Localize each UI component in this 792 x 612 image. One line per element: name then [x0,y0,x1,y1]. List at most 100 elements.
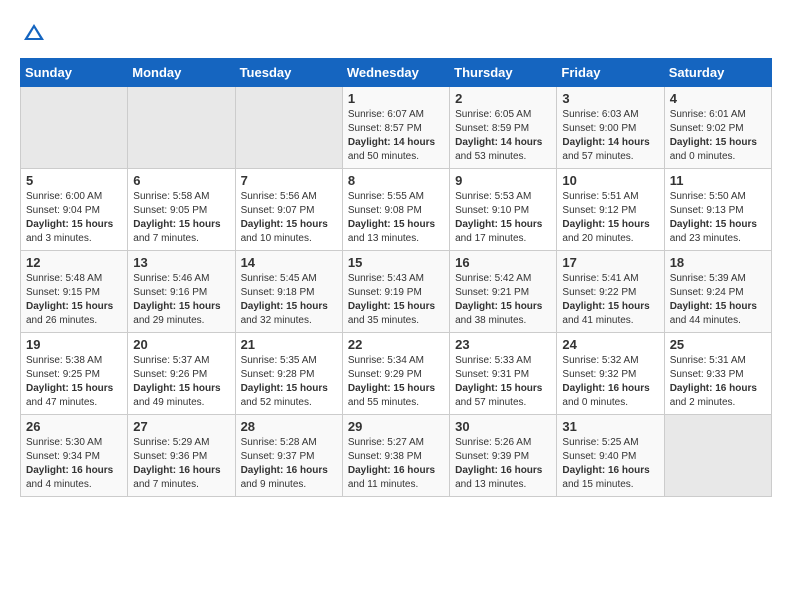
day-info: Sunrise: 5:29 AMSunset: 9:36 PMDaylight:… [133,436,229,492]
day-number: 18 [670,255,766,270]
calendar-cell: 30 Sunrise: 5:26 AMSunset: 9:39 PMDayligh… [450,415,557,497]
logo-icon [20,20,48,48]
day-info: Sunrise: 5:31 AMSunset: 9:33 PMDaylight:… [670,354,766,410]
calendar-cell: 31 Sunrise: 5:25 AMSunset: 9:40 PMDayligh… [557,415,664,497]
day-number: 5 [26,173,122,188]
day-info: Sunrise: 5:56 AMSunset: 9:07 PMDaylight:… [241,190,337,246]
day-number: 26 [26,419,122,434]
day-info: Sunrise: 6:07 AMSunset: 8:57 PMDaylight:… [348,108,444,164]
weekday-header-monday: Monday [128,59,235,87]
day-info: Sunrise: 5:38 AMSunset: 9:25 PMDaylight:… [26,354,122,410]
day-number: 20 [133,337,229,352]
day-number: 3 [562,91,658,106]
day-info: Sunrise: 5:39 AMSunset: 9:24 PMDaylight:… [670,272,766,328]
calendar-cell: 14 Sunrise: 5:45 AMSunset: 9:18 PMDayligh… [235,251,342,333]
calendar-cell: 19 Sunrise: 5:38 AMSunset: 9:25 PMDayligh… [21,333,128,415]
day-info: Sunrise: 5:45 AMSunset: 9:18 PMDaylight:… [241,272,337,328]
day-number: 4 [670,91,766,106]
calendar-cell: 5 Sunrise: 6:00 AMSunset: 9:04 PMDaylight… [21,169,128,251]
calendar-cell: 6Sunrise: 5:58 AMSunset: 9:05 PMDaylight… [128,169,235,251]
day-info: Sunrise: 5:42 AMSunset: 9:21 PMDaylight:… [455,272,551,328]
day-info: Sunrise: 5:26 AMSunset: 9:39 PMDaylight:… [455,436,551,492]
calendar-cell: 26 Sunrise: 5:30 AMSunset: 9:34 PMDayligh… [21,415,128,497]
calendar-cell: 11Sunrise: 5:50 AMSunset: 9:13 PMDayligh… [664,169,771,251]
calendar-cell: 1 Sunrise: 6:07 AMSunset: 8:57 PMDaylight… [342,87,449,169]
logo [20,20,52,48]
calendar-cell: 15 Sunrise: 5:43 AMSunset: 9:19 PMDayligh… [342,251,449,333]
calendar-cell: 8 Sunrise: 5:55 AMSunset: 9:08 PMDaylight… [342,169,449,251]
calendar-cell [664,415,771,497]
day-number: 30 [455,419,551,434]
calendar-cell: 16Sunrise: 5:42 AMSunset: 9:21 PMDayligh… [450,251,557,333]
calendar-week-row: 26 Sunrise: 5:30 AMSunset: 9:34 PMDayligh… [21,415,772,497]
calendar-cell: 23 Sunrise: 5:33 AMSunset: 9:31 PMDayligh… [450,333,557,415]
calendar-cell: 9 Sunrise: 5:53 AMSunset: 9:10 PMDaylight… [450,169,557,251]
day-info: Sunrise: 5:32 AMSunset: 9:32 PMDaylight:… [562,354,658,410]
day-number: 9 [455,173,551,188]
calendar-cell: 4 Sunrise: 6:01 AMSunset: 9:02 PMDaylight… [664,87,771,169]
weekday-header-saturday: Saturday [664,59,771,87]
calendar-cell: 21 Sunrise: 5:35 AMSunset: 9:28 PMDayligh… [235,333,342,415]
calendar-cell: 24 Sunrise: 5:32 AMSunset: 9:32 PMDayligh… [557,333,664,415]
day-info: Sunrise: 5:35 AMSunset: 9:28 PMDaylight:… [241,354,337,410]
calendar-cell: 20 Sunrise: 5:37 AMSunset: 9:26 PMDayligh… [128,333,235,415]
day-number: 23 [455,337,551,352]
weekday-header-row: SundayMondayTuesdayWednesdayThursdayFrid… [21,59,772,87]
calendar-cell [128,87,235,169]
day-info: Sunrise: 5:46 AMSunset: 9:16 PMDaylight:… [133,272,229,328]
calendar-cell: 25Sunrise: 5:31 AMSunset: 9:33 PMDayligh… [664,333,771,415]
day-info: Sunrise: 5:37 AMSunset: 9:26 PMDaylight:… [133,354,229,410]
day-info: Sunrise: 5:53 AMSunset: 9:10 PMDaylight:… [455,190,551,246]
day-number: 1 [348,91,444,106]
day-number: 27 [133,419,229,434]
calendar-week-row: 5 Sunrise: 6:00 AMSunset: 9:04 PMDaylight… [21,169,772,251]
day-info: Sunrise: 6:03 AMSunset: 9:00 PMDaylight:… [562,108,658,164]
weekday-header-sunday: Sunday [21,59,128,87]
day-number: 8 [348,173,444,188]
weekday-header-friday: Friday [557,59,664,87]
calendar-table: SundayMondayTuesdayWednesdayThursdayFrid… [20,58,772,497]
day-number: 19 [26,337,122,352]
day-info: Sunrise: 6:01 AMSunset: 9:02 PMDaylight:… [670,108,766,164]
day-number: 12 [26,255,122,270]
day-info: Sunrise: 5:55 AMSunset: 9:08 PMDaylight:… [348,190,444,246]
calendar-week-row: 12 Sunrise: 5:48 AMSunset: 9:15 PMDayligh… [21,251,772,333]
day-number: 31 [562,419,658,434]
day-number: 2 [455,91,551,106]
day-number: 14 [241,255,337,270]
day-info: Sunrise: 6:00 AMSunset: 9:04 PMDaylight:… [26,190,122,246]
day-number: 21 [241,337,337,352]
day-info: Sunrise: 5:41 AMSunset: 9:22 PMDaylight:… [562,272,658,328]
calendar-cell: 22Sunrise: 5:34 AMSunset: 9:29 PMDayligh… [342,333,449,415]
day-info: Sunrise: 6:05 AMSunset: 8:59 PMDaylight:… [455,108,551,164]
calendar-cell [21,87,128,169]
calendar-cell: 27 Sunrise: 5:29 AMSunset: 9:36 PMDayligh… [128,415,235,497]
day-info: Sunrise: 5:34 AMSunset: 9:29 PMDaylight:… [348,354,444,410]
calendar-cell: 10Sunrise: 5:51 AMSunset: 9:12 PMDayligh… [557,169,664,251]
day-number: 17 [562,255,658,270]
calendar-cell: 12 Sunrise: 5:48 AMSunset: 9:15 PMDayligh… [21,251,128,333]
day-info: Sunrise: 5:58 AMSunset: 9:05 PMDaylight:… [133,190,229,246]
calendar-cell: 7Sunrise: 5:56 AMSunset: 9:07 PMDaylight… [235,169,342,251]
day-info: Sunrise: 5:48 AMSunset: 9:15 PMDaylight:… [26,272,122,328]
day-info: Sunrise: 5:30 AMSunset: 9:34 PMDaylight:… [26,436,122,492]
calendar-week-row: 19 Sunrise: 5:38 AMSunset: 9:25 PMDayligh… [21,333,772,415]
calendar-cell: 17 Sunrise: 5:41 AMSunset: 9:22 PMDayligh… [557,251,664,333]
day-info: Sunrise: 5:33 AMSunset: 9:31 PMDaylight:… [455,354,551,410]
weekday-header-wednesday: Wednesday [342,59,449,87]
day-number: 13 [133,255,229,270]
day-info: Sunrise: 5:25 AMSunset: 9:40 PMDaylight:… [562,436,658,492]
calendar-cell: 2 Sunrise: 6:05 AMSunset: 8:59 PMDaylight… [450,87,557,169]
day-number: 15 [348,255,444,270]
day-info: Sunrise: 5:43 AMSunset: 9:19 PMDaylight:… [348,272,444,328]
day-info: Sunrise: 5:27 AMSunset: 9:38 PMDaylight:… [348,436,444,492]
weekday-header-tuesday: Tuesday [235,59,342,87]
day-number: 24 [562,337,658,352]
calendar-week-row: 1 Sunrise: 6:07 AMSunset: 8:57 PMDaylight… [21,87,772,169]
weekday-header-thursday: Thursday [450,59,557,87]
day-info: Sunrise: 5:50 AMSunset: 9:13 PMDaylight:… [670,190,766,246]
day-info: Sunrise: 5:51 AMSunset: 9:12 PMDaylight:… [562,190,658,246]
day-info: Sunrise: 5:28 AMSunset: 9:37 PMDaylight:… [241,436,337,492]
calendar-cell: 3 Sunrise: 6:03 AMSunset: 9:00 PMDaylight… [557,87,664,169]
calendar-cell: 13 Sunrise: 5:46 AMSunset: 9:16 PMDayligh… [128,251,235,333]
